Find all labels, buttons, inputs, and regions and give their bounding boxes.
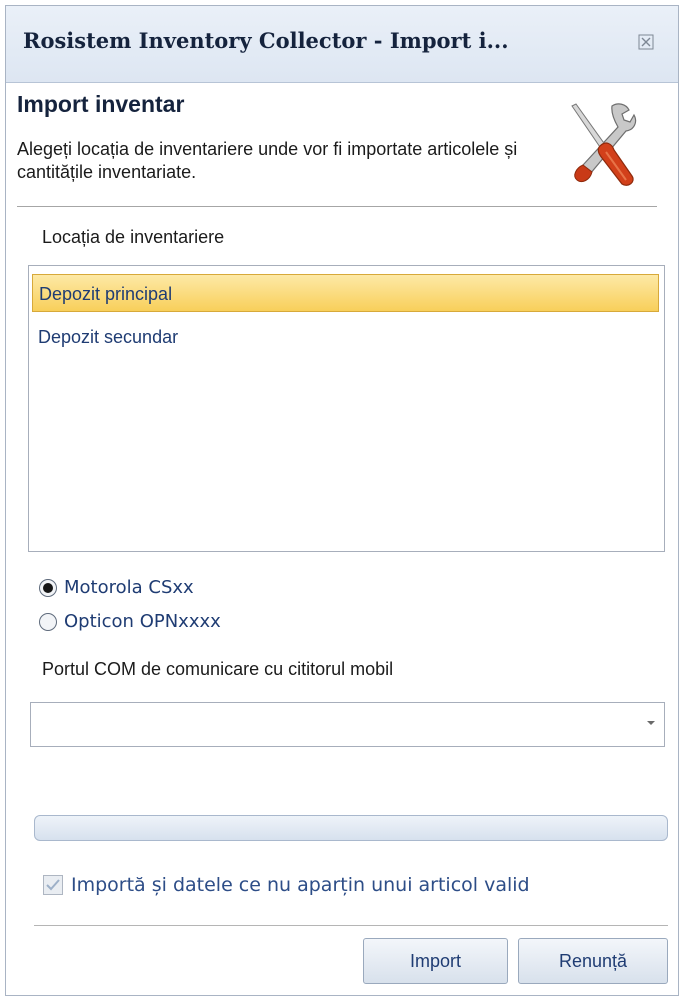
cancel-button[interactable]: Renunță: [518, 938, 668, 984]
title-bar: Rosistem Inventory Collector - Import i.…: [6, 6, 678, 83]
radio-label-motorola: Motorola CSxx: [64, 577, 194, 598]
location-list[interactable]: Depozit principal Depozit secundar: [28, 265, 665, 552]
dialog-description: Alegeți locația de inventariere unde vor…: [17, 139, 518, 182]
close-button[interactable]: [632, 28, 660, 56]
footer-separator: [34, 925, 668, 926]
import-invalid-checkbox[interactable]: [43, 875, 63, 895]
dialog-heading: Import inventar: [17, 91, 185, 117]
import-invalid-label: Importă și datele ce nu aparțin unui art…: [71, 874, 530, 896]
import-invalid-option[interactable]: Importă și datele ce nu aparțin unui art…: [43, 874, 530, 896]
window-title: Rosistem Inventory Collector - Import i.…: [23, 28, 509, 53]
chevron-down-icon: [647, 721, 655, 725]
header-separator: [17, 206, 657, 207]
tools-icon: [571, 103, 637, 186]
radio-opticon[interactable]: Opticon OPNxxxx: [39, 611, 221, 632]
close-icon: [638, 34, 654, 50]
radio-button-unchecked[interactable]: [39, 612, 57, 631]
radio-motorola[interactable]: Motorola CSxx: [39, 577, 194, 598]
import-button[interactable]: Import: [363, 938, 508, 984]
radio-button-checked[interactable]: [39, 578, 57, 597]
location-label: Locația de inventariere: [42, 227, 225, 247]
import-progress-bar: [34, 815, 668, 841]
radio-dot: [43, 582, 53, 593]
com-port-select[interactable]: [30, 702, 665, 747]
list-item-depozit-principal[interactable]: Depozit principal: [32, 274, 659, 312]
radio-label-opticon: Opticon OPNxxxx: [64, 611, 221, 632]
com-port-label: Portul COM de comunicare cu cititorul mo…: [42, 659, 394, 679]
checkmark-icon: [46, 879, 60, 891]
list-item-depozit-secundar[interactable]: Depozit secundar: [32, 318, 659, 356]
